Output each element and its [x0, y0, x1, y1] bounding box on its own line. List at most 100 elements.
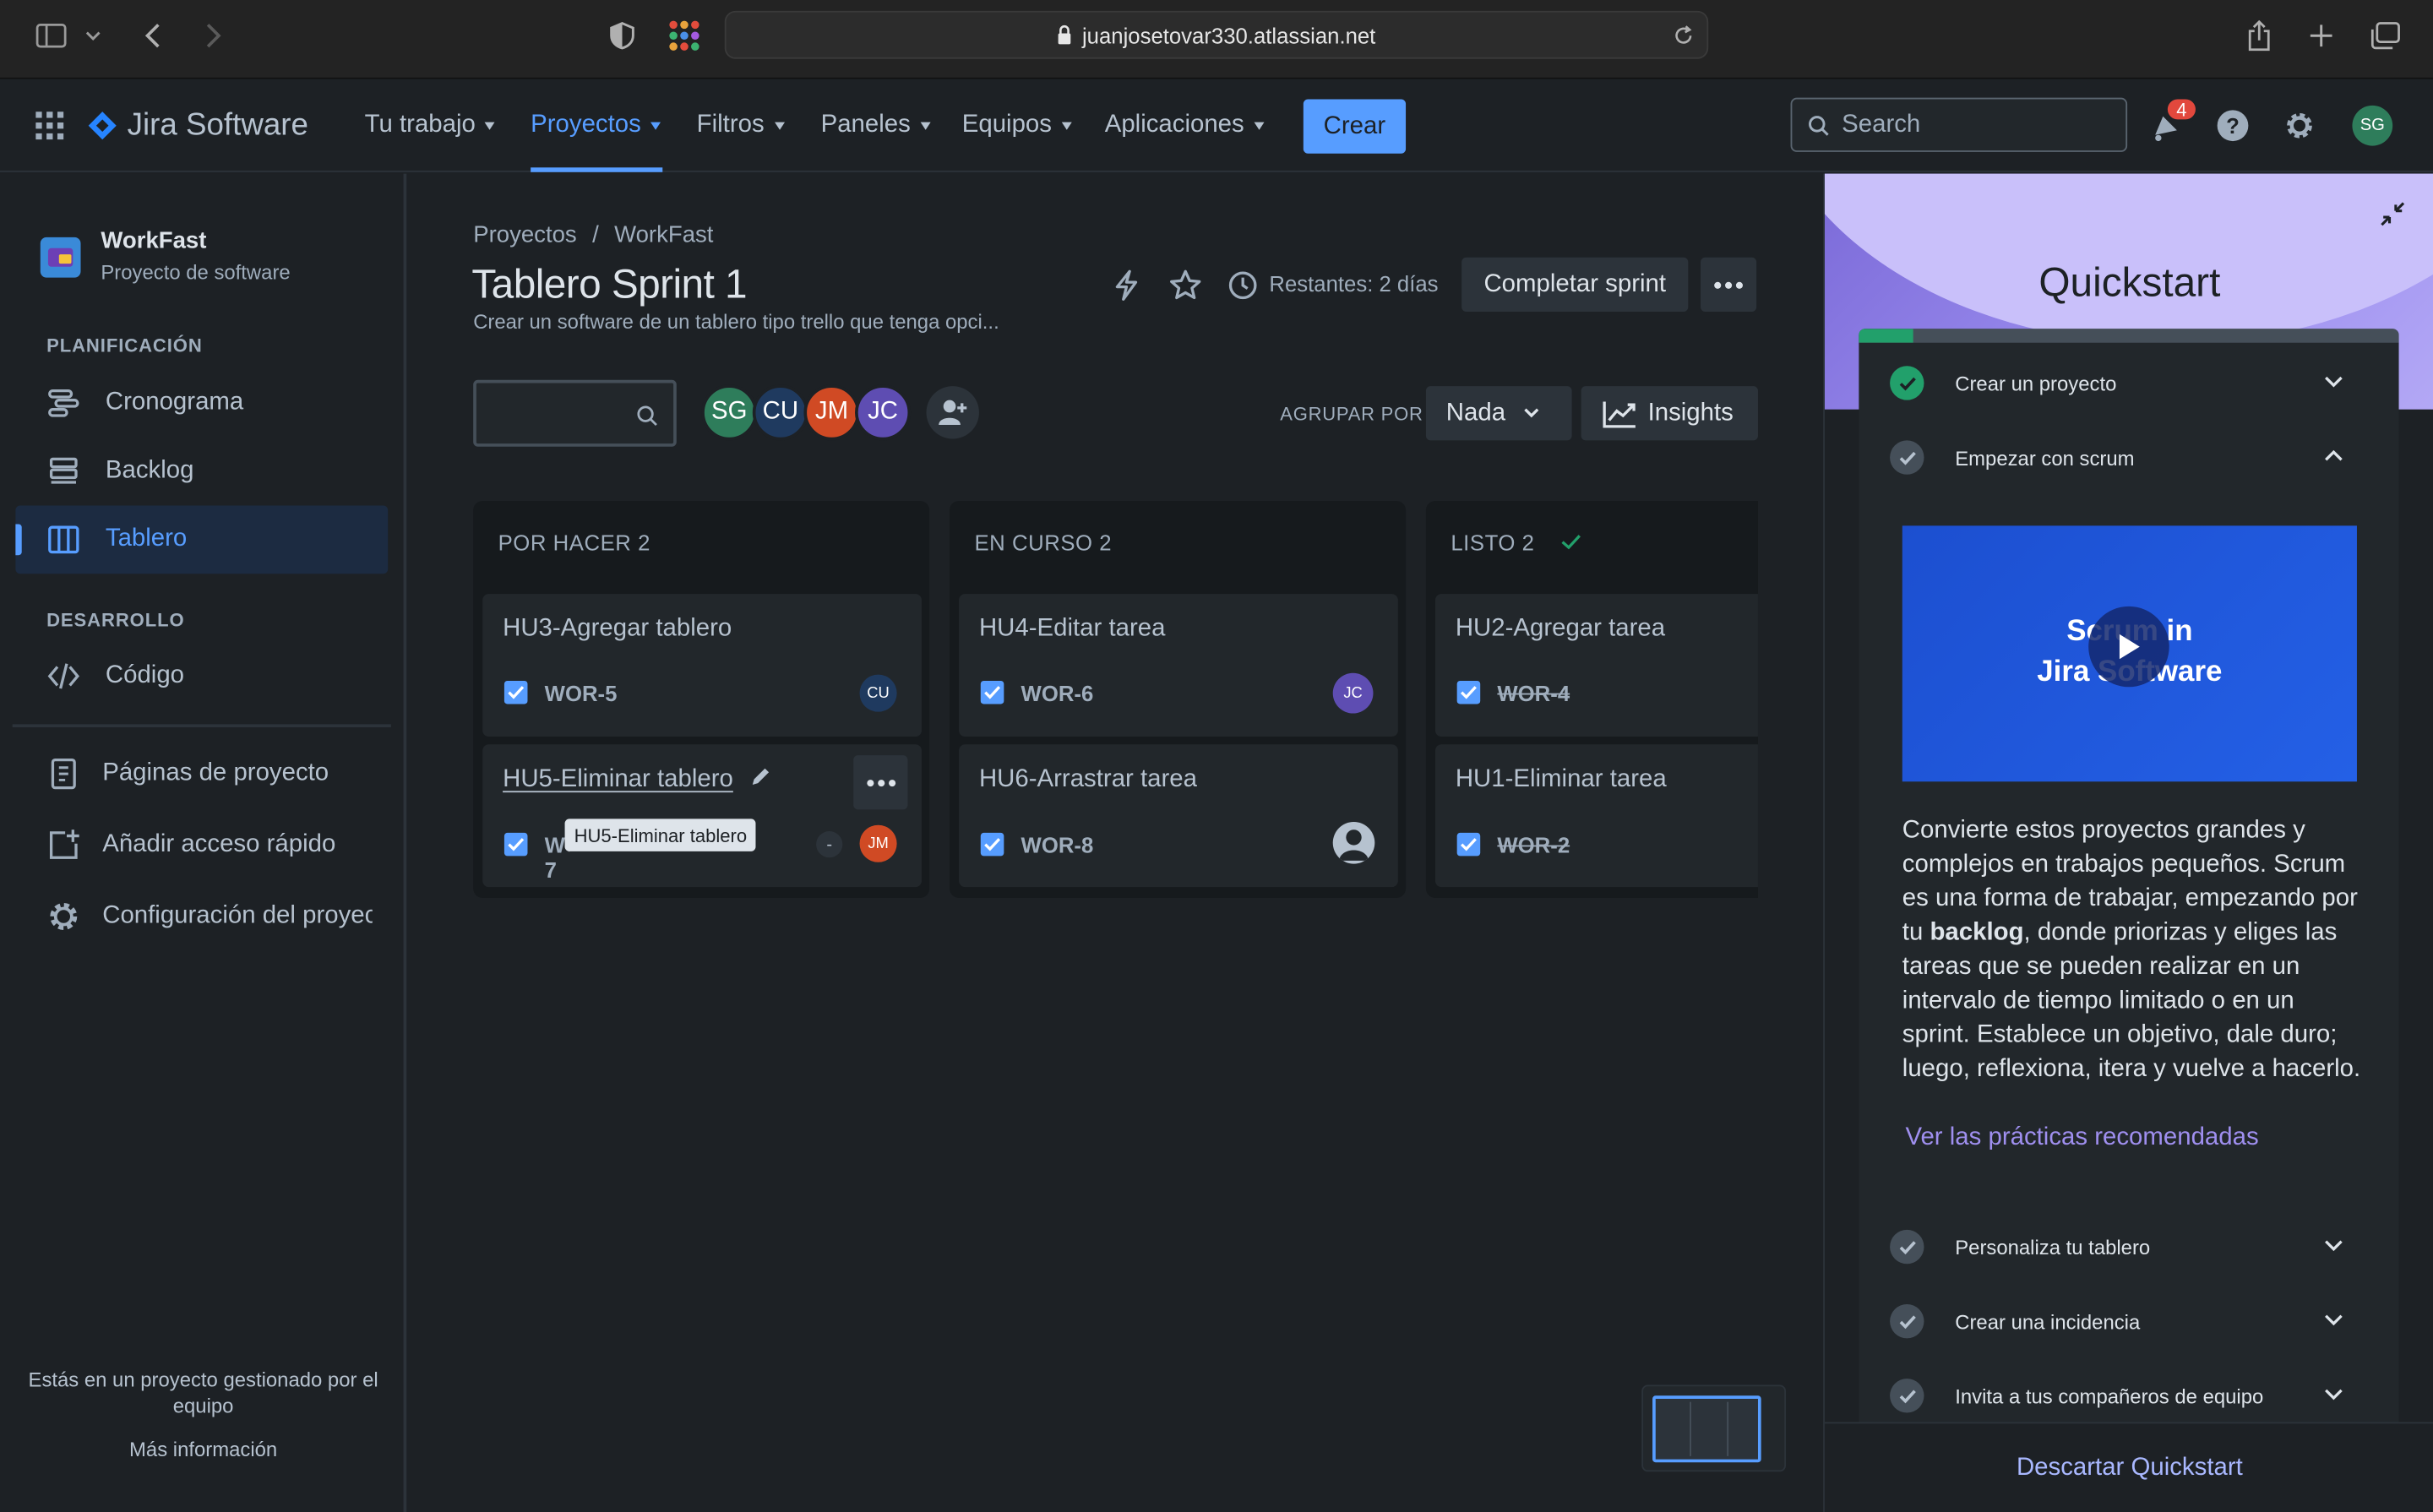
check-circle-icon: [1890, 366, 1924, 400]
sidebar-item-acceso-rapido[interactable]: Añadir acceso rápido: [15, 811, 388, 879]
member-avatar-jm[interactable]: JM: [803, 384, 860, 441]
insights-label: Insights: [1647, 399, 1734, 426]
best-practices-link[interactable]: Ver las prácticas recomendadas: [1905, 1124, 2258, 1152]
quickstart-progress-fill: [1859, 329, 1913, 343]
new-tab-icon[interactable]: [2304, 19, 2338, 52]
add-member-button[interactable]: [926, 386, 979, 439]
issue-card[interactable]: HU6-Arrastrar tarea WOR-8: [959, 744, 1398, 888]
task-type-icon: [503, 680, 528, 704]
nav-equipos[interactable]: Equipos ▾: [962, 79, 1072, 172]
sidebar-item-configuracion[interactable]: Configuración del proyecto: [15, 883, 373, 951]
scrum-video-thumbnail[interactable]: Scrum in Jira Software: [1902, 525, 2357, 782]
help-icon[interactable]: ?: [2216, 109, 2250, 143]
quickstart-item-empezar-scrum[interactable]: Empezar con scrum: [1859, 421, 2366, 495]
sidebar-item-label: Páginas de proyecto: [102, 759, 329, 786]
sidebar-item-cronograma[interactable]: Cronograma: [15, 369, 388, 438]
sidebar-item-tablero[interactable]: Tablero: [15, 505, 389, 574]
edit-pencil-icon[interactable]: [749, 766, 771, 788]
add-shortcut-icon: [49, 829, 79, 859]
board-minimap[interactable]: [1641, 1384, 1787, 1472]
nav-aplicaciones[interactable]: Aplicaciones ▾: [1105, 79, 1265, 172]
issue-key: WOR-5: [544, 680, 618, 706]
issue-card[interactable]: HU2-Agregar tarea WOR-4: [1434, 594, 1758, 737]
tab-overview-icon[interactable]: [2368, 19, 2402, 52]
issue-card[interactable]: HU4-Editar tarea WOR-6 JC: [959, 594, 1398, 737]
member-avatar-sg[interactable]: SG: [701, 384, 758, 441]
insights-button[interactable]: Insights: [1581, 386, 1758, 441]
nav-filtros[interactable]: Filtros ▾: [696, 79, 784, 172]
sidebar-item-codigo[interactable]: Código: [15, 642, 388, 710]
unassigned-avatar-icon[interactable]: [1332, 822, 1375, 864]
breadcrumb-projects[interactable]: Proyectos: [473, 222, 577, 248]
address-bar[interactable]: juanjosetovar330.atlassian.net: [724, 10, 1709, 59]
sidebar-item-backlog[interactable]: Backlog: [15, 438, 388, 506]
sidebar-toggle-icon[interactable]: [34, 19, 68, 52]
extensions-grid-icon[interactable]: [667, 19, 701, 52]
create-button[interactable]: Crear: [1303, 99, 1407, 154]
sidebar-item-label: Añadir acceso rápido: [102, 831, 336, 858]
member-avatar-jc[interactable]: JC: [855, 384, 912, 441]
sidebar-item-paginas[interactable]: Páginas de proyecto: [15, 740, 372, 808]
timeline-icon: [48, 389, 79, 417]
complete-sprint-button[interactable]: Completar sprint: [1461, 257, 1689, 313]
issue-key: WOR-8: [1021, 832, 1094, 858]
assignee-avatar[interactable]: JC: [1332, 672, 1374, 714]
quickstart-item-crear-proyecto[interactable]: Crear un proyecto: [1859, 345, 2366, 420]
back-icon[interactable]: [137, 19, 171, 52]
issue-title: HU1-Eliminar tarea: [1455, 765, 1667, 793]
sidebar-footer-link[interactable]: Más información: [0, 1438, 406, 1461]
automation-lightning-icon[interactable]: [1111, 269, 1142, 302]
issue-card[interactable]: HU1-Eliminar tarea WOR-2: [1434, 744, 1758, 888]
nav-proyectos[interactable]: Proyectos ▾: [531, 79, 663, 172]
column-title: POR HACER 2: [498, 530, 650, 556]
jira-logo[interactable]: Jira Software: [87, 109, 308, 144]
dismiss-label: Descartar Quickstart: [2016, 1454, 2243, 1481]
chevron-down-icon: ▾: [1254, 117, 1265, 134]
chevron-down-icon: [1524, 408, 1539, 418]
search-input[interactable]: Search: [1790, 97, 2128, 152]
breadcrumb-project[interactable]: WorkFast: [614, 222, 713, 248]
quickstart-item-personaliza[interactable]: Personaliza tu tablero: [1859, 1210, 2366, 1284]
chevron-down-icon[interactable]: [81, 19, 106, 52]
breadcrumb-separator: /: [592, 221, 599, 248]
more-actions-button[interactable]: [1701, 257, 1757, 313]
card-more-button[interactable]: [853, 755, 908, 810]
settings-gear-icon[interactable]: [2283, 109, 2316, 143]
estimate-badge[interactable]: -: [816, 831, 843, 858]
share-icon[interactable]: [2242, 19, 2276, 52]
member-avatar-cu[interactable]: CU: [752, 384, 808, 441]
forward-icon[interactable]: [195, 19, 229, 52]
search-placeholder: Search: [1842, 111, 1921, 138]
quickstart-item-incidencia[interactable]: Crear una incidencia: [1859, 1284, 2366, 1358]
issue-card[interactable]: HU5-Eliminar tablero WOR-7 - JM: [482, 744, 922, 888]
url-text: juanjosetovar330.atlassian.net: [1081, 22, 1376, 47]
nav-label: Filtros: [696, 111, 765, 139]
quickstart-panel: Quickstart Crear un proyecto Empezar con…: [1823, 173, 2433, 1512]
dismiss-quickstart-button[interactable]: Descartar Quickstart: [1824, 1422, 2433, 1512]
issue-card[interactable]: HU3-Agregar tablero WOR-5 CU: [482, 594, 922, 737]
shield-icon[interactable]: [605, 19, 639, 52]
done-check-icon: [1561, 535, 1581, 550]
dev-heading: DESARROLLO: [46, 609, 185, 632]
notifications-icon[interactable]: 4: [2149, 95, 2199, 144]
sidebar-divider: [12, 724, 391, 728]
star-icon[interactable]: [1168, 269, 1202, 302]
reload-icon[interactable]: [1673, 24, 1695, 46]
app-switcher-icon[interactable]: [35, 111, 64, 140]
user-avatar[interactable]: SG: [2352, 105, 2393, 146]
task-type-icon: [1456, 832, 1481, 857]
issue-key: WOR-4: [1497, 680, 1570, 706]
sidebar-footer-text: Estás en un proyecto gestionado por el e…: [28, 1368, 378, 1418]
board-search-input[interactable]: [473, 379, 677, 447]
minimize-icon[interactable]: [2377, 199, 2409, 230]
project-name[interactable]: WorkFast: [101, 228, 206, 254]
nav-paneles[interactable]: Paneles ▾: [821, 79, 931, 172]
assignee-avatar[interactable]: JM: [859, 824, 897, 862]
assignee-avatar[interactable]: CU: [859, 674, 897, 712]
group-by-select[interactable]: Nada: [1425, 386, 1572, 441]
issue-title[interactable]: HU5-Eliminar tablero: [503, 766, 733, 794]
play-icon[interactable]: [2088, 606, 2169, 688]
nav-tu-trabajo[interactable]: Tu trabajo ▾: [365, 79, 496, 172]
project-avatar: [40, 237, 81, 278]
chevron-down-icon: ▾: [1061, 117, 1072, 134]
